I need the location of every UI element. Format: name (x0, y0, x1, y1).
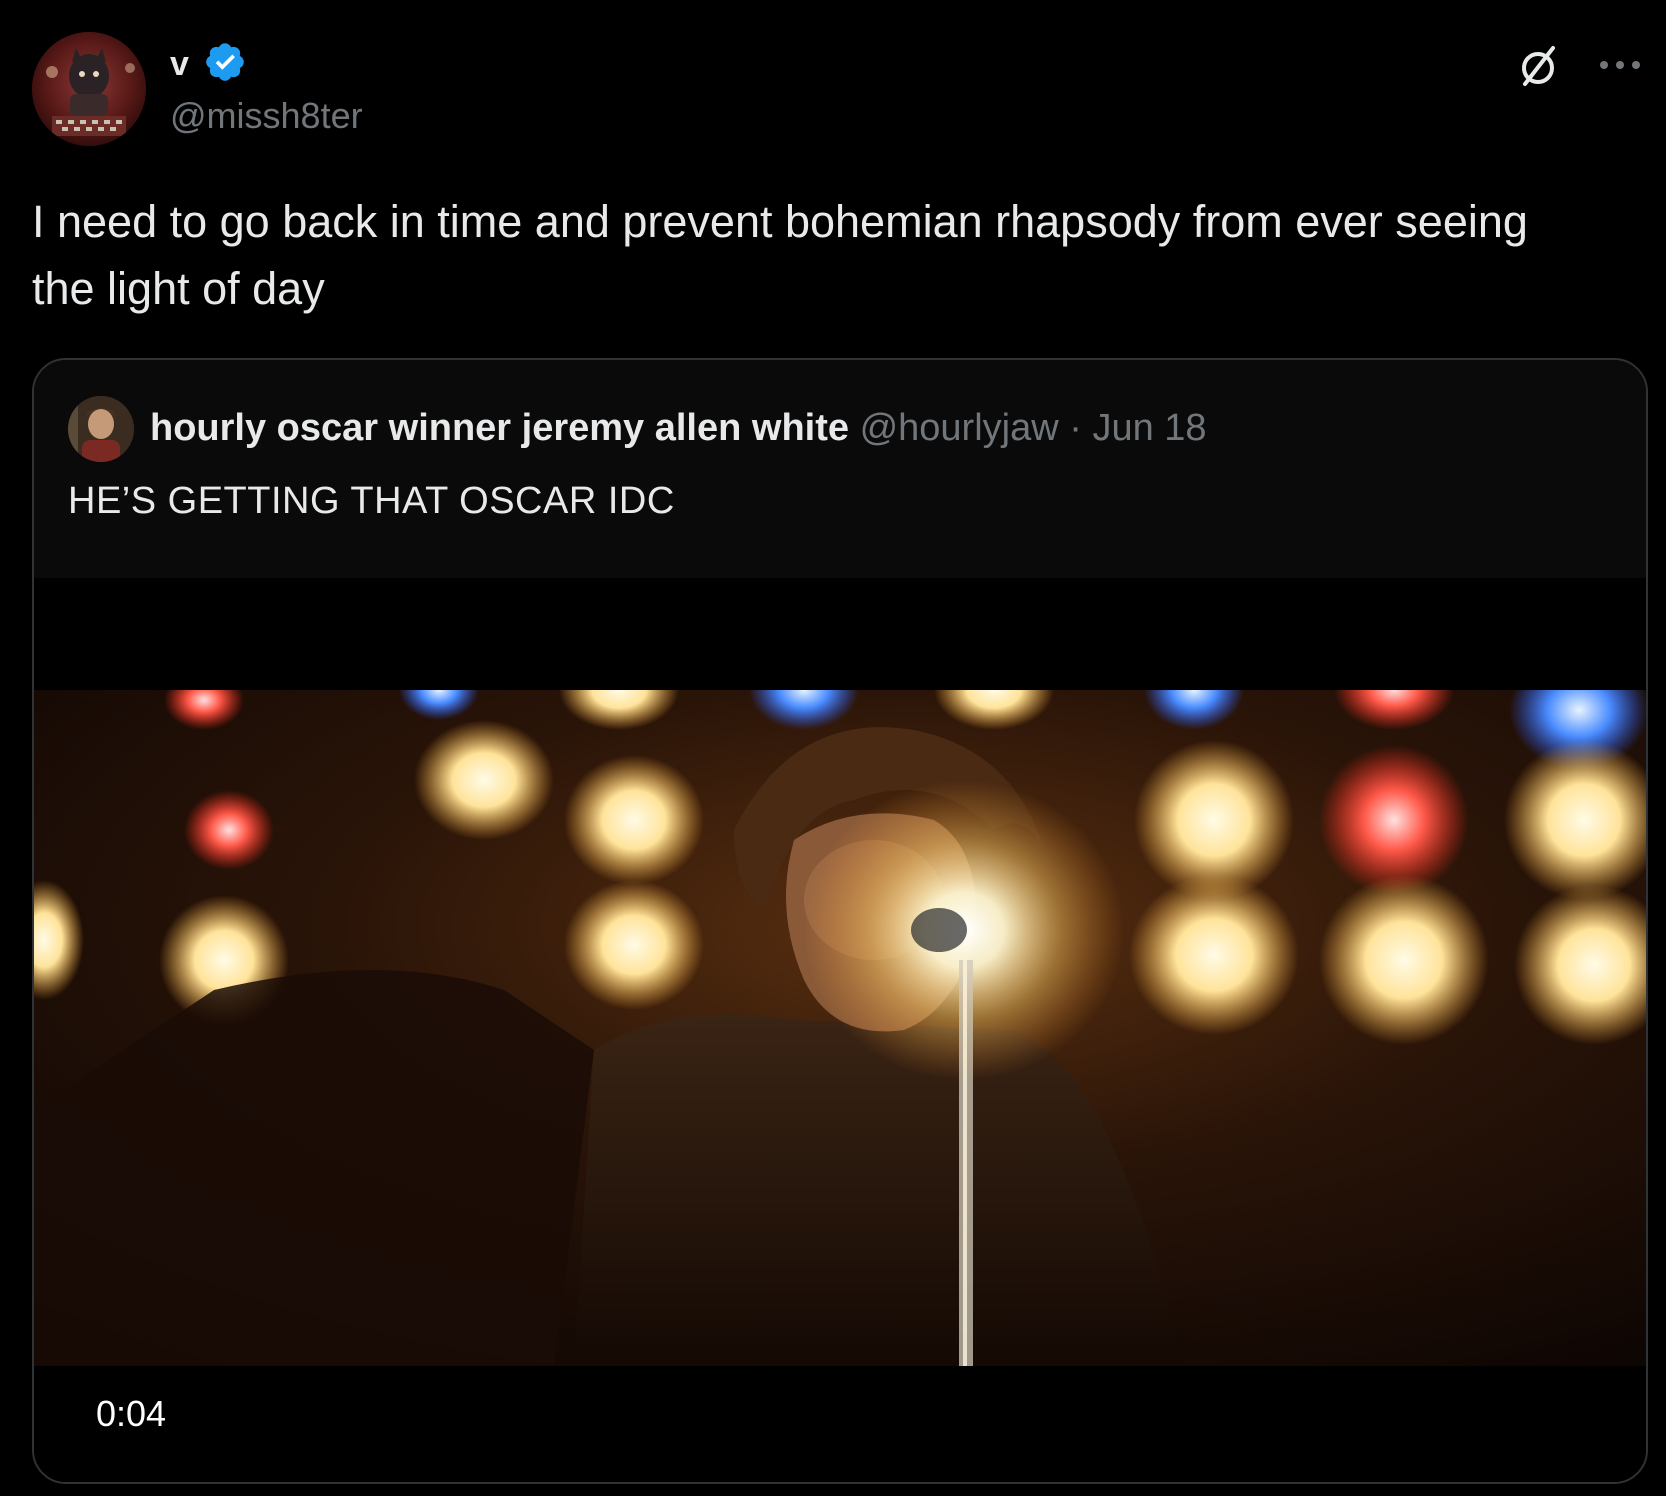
quote-tweet-card[interactable]: hourly oscar winner jeremy allen white @… (32, 358, 1648, 1484)
author-name[interactable]: v (170, 44, 189, 84)
author-avatar-image (32, 32, 146, 146)
tweet: v @missh8ter I need to go back in time a… (0, 0, 1666, 1496)
quote-author-name[interactable]: hourly oscar winner jeremy allen white (150, 407, 849, 449)
quote-date[interactable]: Jun 18 (1092, 407, 1206, 449)
author-handle[interactable]: @missh8ter (170, 95, 363, 137)
quote-text: HE’S GETTING THAT OSCAR IDC (68, 480, 675, 522)
verified-badge-icon[interactable] (203, 40, 247, 84)
video-timer: 0:04 (92, 1392, 171, 1436)
video-player[interactable]: 0:04 (34, 578, 1646, 1482)
video-still-image (34, 690, 1646, 1366)
video-frame[interactable] (34, 690, 1646, 1366)
more-horizontal-icon[interactable] (1596, 50, 1644, 80)
quote-separator: · (1069, 407, 1082, 449)
tweet-text: I need to go back in time and prevent bo… (32, 196, 1528, 314)
author-avatar[interactable] (32, 32, 146, 146)
quote-author-avatar[interactable] (68, 396, 134, 462)
quote-author-handle[interactable]: @hourlyjaw (860, 407, 1059, 449)
quote-meta: hourly oscar winner jeremy allen white @… (150, 404, 1207, 452)
quote-header: hourly oscar winner jeremy allen white @… (34, 360, 1646, 578)
quote-avatar-image (68, 396, 134, 462)
grok-slash-circle-icon[interactable] (1513, 40, 1565, 92)
